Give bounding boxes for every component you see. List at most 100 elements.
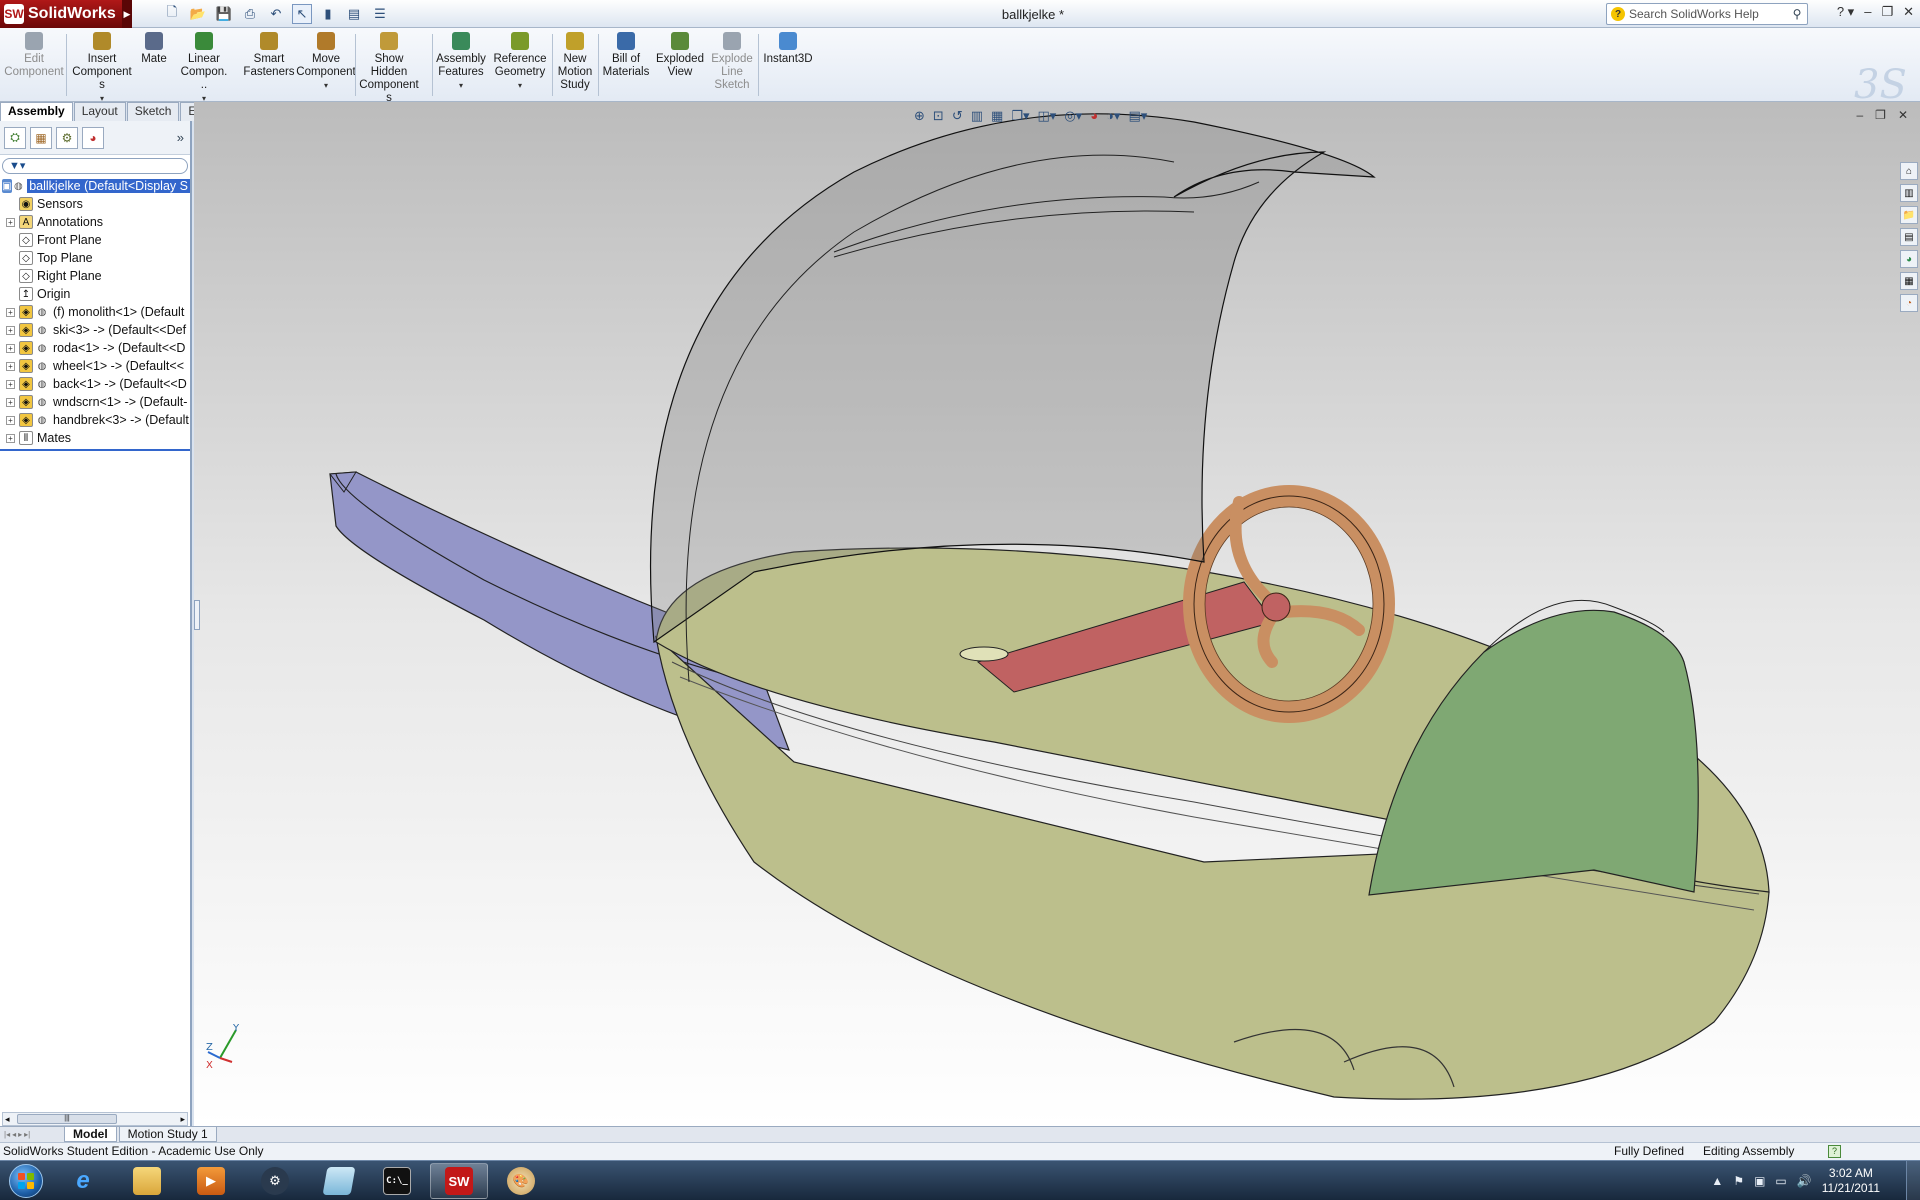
cmd-button-12[interactable]: Explode Line Sketch xyxy=(710,32,754,92)
tab-0[interactable]: Assembly xyxy=(0,102,73,121)
configuration-manager-tab-icon[interactable]: ⚙ xyxy=(56,126,78,149)
expand-panel-chevron-icon[interactable]: » xyxy=(177,130,184,145)
first-tab-icon[interactable]: |◂ xyxy=(4,1130,10,1139)
tree-item[interactable]: + ◈ ◍ wndscrn<1> -> (Default- xyxy=(0,393,190,411)
chevron-down-icon[interactable]: ▾ xyxy=(296,79,356,92)
taskbar-internet-explorer[interactable]: e xyxy=(54,1163,112,1199)
cmd-button-8[interactable]: Reference Geometry ▾ xyxy=(492,32,548,92)
tree-filter-input[interactable]: ▼▾ xyxy=(2,158,188,174)
expand-toggle-icon[interactable]: + xyxy=(6,361,15,371)
tree-item[interactable]: + A Annotations xyxy=(0,213,190,231)
apply-scene-icon[interactable]: ◑▾ xyxy=(1106,108,1120,124)
appearances-icon[interactable]: ◕ xyxy=(1900,250,1918,268)
show-hidden-icons-icon[interactable]: ▲ xyxy=(1711,1174,1723,1188)
tree-item[interactable]: + ◈ ◍ (f) monolith<1> (Default xyxy=(0,303,190,321)
expand-toggle-icon[interactable]: + xyxy=(6,433,15,443)
cmd-button-13[interactable]: Instant3D xyxy=(762,32,814,66)
quick-tips-icon[interactable]: ? xyxy=(1828,1145,1841,1158)
taskbar-solidworks[interactable]: SW xyxy=(430,1163,488,1199)
chevron-down-icon[interactable]: ▾ xyxy=(492,79,548,92)
tree-item[interactable]: + ◈ ◍ wheel<1> -> (Default<< xyxy=(0,357,190,375)
tab-1[interactable]: Layout xyxy=(73,102,126,121)
dynamic-annotation-icon[interactable]: ▦ xyxy=(991,108,1003,124)
tree-root-assembly[interactable]: ▣ ◍ ballkjelke (Default<Display S xyxy=(0,177,190,195)
help-menu-icon[interactable]: ? ▾ xyxy=(1837,4,1854,20)
search-view-icon[interactable]: ▤ xyxy=(1900,228,1918,246)
last-tab-icon[interactable]: ▸| xyxy=(24,1130,30,1139)
start-button[interactable] xyxy=(4,1162,48,1200)
display-manager-tab-icon[interactable]: ◕ xyxy=(82,126,104,149)
tree-item[interactable]: + ⫴ Mates xyxy=(0,429,190,447)
horizontal-scrollbar[interactable]: ◂ ||| ▸ xyxy=(2,1112,188,1126)
view-settings-icon[interactable]: ▤▾ xyxy=(1128,108,1147,124)
assembly-model[interactable] xyxy=(194,102,1920,1126)
system-clock[interactable]: 3:02 AM 11/21/2011 xyxy=(1822,1166,1880,1196)
cmd-button-4[interactable]: Smart Fasteners xyxy=(240,32,298,79)
property-manager-tab-icon[interactable]: ▦ xyxy=(30,126,52,149)
bottom-tab-1[interactable]: Motion Study 1 xyxy=(118,1127,217,1142)
graphics-area[interactable]: ⊕ ⊡ ↺ ▥ ▦ ❒▾ ◫▾ ◎▾ ◕ ◑▾ ▤▾ – ❐ ✕ ⌂ ▥ 📁 ▤… xyxy=(194,102,1920,1126)
tray-power-icon[interactable]: ▭ xyxy=(1775,1174,1786,1188)
tree-item[interactable]: ◉ Sensors xyxy=(0,195,190,213)
viewport-minimize-icon[interactable]: – xyxy=(1856,108,1863,122)
tree-item[interactable]: + ◈ ◍ back<1> -> (Default<<D xyxy=(0,375,190,393)
taskbar-notepad[interactable] xyxy=(310,1163,368,1199)
chevron-down-icon[interactable]: ▾ xyxy=(436,79,486,92)
design-library-icon[interactable]: ▥ xyxy=(1900,184,1918,202)
panel-splitter-handle[interactable] xyxy=(194,600,200,630)
volume-icon[interactable]: 🔊 xyxy=(1797,1174,1812,1188)
taskbar-file-explorer[interactable] xyxy=(118,1163,176,1199)
tray-display-icon[interactable]: ▣ xyxy=(1754,1174,1765,1188)
tree-item[interactable]: + ◈ ◍ ski<3> -> (Default<<Def xyxy=(0,321,190,339)
minimize-icon[interactable]: – xyxy=(1864,4,1871,20)
restore-icon[interactable]: ❐ xyxy=(1881,4,1893,20)
tree-item[interactable]: ◇ Front Plane xyxy=(0,231,190,249)
prev-tab-icon[interactable]: ◂ xyxy=(12,1130,16,1139)
tree-item[interactable]: ◇ Top Plane xyxy=(0,249,190,267)
scroll-right-icon[interactable]: ▸ xyxy=(180,1114,185,1125)
feature-manager-tab-icon[interactable]: ⛭ xyxy=(4,126,26,149)
expand-toggle-icon[interactable]: + xyxy=(6,343,15,353)
help-search-box[interactable]: ? Search SolidWorks Help ⚲ xyxy=(1606,3,1808,25)
cmd-button-0[interactable]: Edit Component xyxy=(4,32,64,79)
hide-show-items-icon[interactable]: ◎▾ xyxy=(1064,108,1082,124)
taskbar-command-prompt[interactable]: C:\_ xyxy=(368,1163,426,1199)
expand-toggle-icon[interactable]: + xyxy=(6,415,15,425)
taskbar-paint[interactable]: 🎨 xyxy=(492,1163,550,1199)
close-icon[interactable]: ✕ xyxy=(1903,4,1914,20)
cmd-button-1[interactable]: Insert Components ▾ xyxy=(70,32,134,105)
scroll-left-icon[interactable]: ◂ xyxy=(5,1114,10,1125)
zoom-to-area-icon[interactable]: ⊡ xyxy=(933,108,944,124)
tab-2[interactable]: Sketch xyxy=(126,102,180,121)
cmd-button-7[interactable]: Assembly Features ▾ xyxy=(436,32,486,92)
tree-item[interactable]: ◇ Right Plane xyxy=(0,267,190,285)
taskbar-steam[interactable]: ⚙ xyxy=(246,1163,304,1199)
tree-item[interactable]: ↥ Origin xyxy=(0,285,190,303)
search-icon[interactable]: ⚲ xyxy=(1787,7,1807,21)
cmd-button-2[interactable]: Mate xyxy=(140,32,168,66)
expand-toggle-icon[interactable]: + xyxy=(6,217,15,227)
tray-network-alert-icon[interactable]: ⚑ xyxy=(1733,1174,1744,1188)
section-view-icon[interactable]: ▥ xyxy=(971,108,983,124)
next-tab-icon[interactable]: ▸ xyxy=(18,1130,22,1139)
zoom-to-fit-icon[interactable]: ⊕ xyxy=(914,108,925,124)
tree-item[interactable]: + ◈ ◍ handbrek<3> -> (Default xyxy=(0,411,190,429)
view-orientation-icon[interactable]: ❒▾ xyxy=(1011,108,1029,124)
cmd-button-10[interactable]: Bill of Materials xyxy=(602,32,650,79)
search-input[interactable]: Search SolidWorks Help xyxy=(1629,7,1759,21)
bottom-tab-0[interactable]: Model xyxy=(64,1127,117,1142)
taskbar-media-player[interactable]: ▶ xyxy=(182,1163,240,1199)
previous-view-icon[interactable]: ↺ xyxy=(952,108,963,124)
cmd-button-3[interactable]: Linear Compon... ▾ xyxy=(180,32,228,105)
cmd-button-9[interactable]: New Motion Study xyxy=(556,32,594,92)
expand-toggle-icon[interactable]: + xyxy=(6,325,15,335)
cmd-button-5[interactable]: Move Component ▾ xyxy=(296,32,356,92)
edit-appearance-icon[interactable]: ◕ xyxy=(1090,108,1098,124)
forum-icon[interactable]: ◔ xyxy=(1900,294,1918,312)
expand-toggle-icon[interactable]: + xyxy=(6,379,15,389)
viewport-restore-icon[interactable]: ❐ xyxy=(1875,108,1886,122)
scrollbar-thumb[interactable]: ||| xyxy=(17,1114,117,1124)
cmd-button-6[interactable]: Show Hidden Components xyxy=(358,32,420,105)
display-style-icon[interactable]: ◫▾ xyxy=(1038,108,1057,124)
solidworks-resources-icon[interactable]: ⌂ xyxy=(1900,162,1918,180)
